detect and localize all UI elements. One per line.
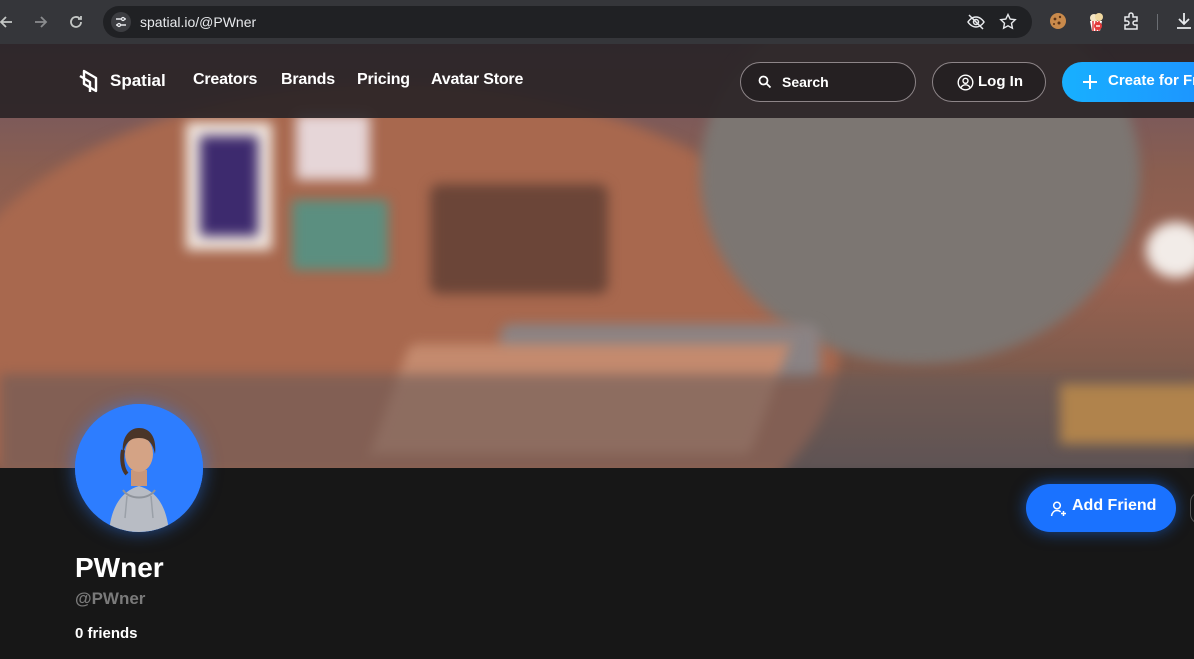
page: Spatial Creators Brands Pricing Avatar S… <box>0 44 1194 659</box>
nav-link-creators[interactable]: Creators <box>193 71 257 89</box>
add-user-icon <box>1050 501 1066 517</box>
cookie-extension-icon[interactable] <box>1048 11 1068 31</box>
add-friend-label: Add Friend <box>1072 497 1157 514</box>
url-text: spatial.io/@PWner <box>140 14 257 30</box>
friends-count-number: 0 <box>75 625 84 642</box>
spatial-logo-icon <box>79 69 98 93</box>
address-bar[interactable]: spatial.io/@PWner <box>103 6 1032 38</box>
banner-picture <box>200 136 258 236</box>
profile-handle: @PWner <box>75 589 146 608</box>
more-options-button[interactable] <box>1190 492 1194 524</box>
friends-count-label: friends <box>87 625 138 642</box>
forward-icon[interactable] <box>29 10 53 34</box>
search-icon <box>758 75 772 89</box>
star-icon[interactable] <box>999 12 1017 31</box>
spatial-logo[interactable]: Spatial <box>78 68 166 94</box>
site-info-icon[interactable] <box>111 12 131 32</box>
create-label: Create for Free <box>1108 72 1194 89</box>
search-button[interactable]: Search <box>740 62 916 102</box>
avatar <box>75 404 203 532</box>
nav-link-avatar-store[interactable]: Avatar Store <box>431 71 523 89</box>
login-label: Log In <box>978 73 1023 90</box>
site-header: Spatial Creators Brands Pricing Avatar S… <box>0 44 1194 118</box>
avatar-image <box>75 404 203 532</box>
banner-picture-frame <box>296 114 370 180</box>
banner-lamp <box>1146 222 1194 278</box>
profile-display-name: PWner <box>75 552 164 583</box>
browser-toolbar: spatial.io/@PWner <box>0 0 1194 44</box>
back-icon[interactable] <box>0 10 18 34</box>
search-label: Search <box>782 74 829 90</box>
add-friend-button[interactable]: Add Friend <box>1026 484 1176 532</box>
create-for-free-button[interactable]: Create for Free <box>1062 62 1194 102</box>
profile-banner: Spatial Creators Brands Pricing Avatar S… <box>0 44 1194 468</box>
banner-shelf <box>430 184 608 294</box>
nav-link-brands[interactable]: Brands <box>281 71 335 89</box>
banner-bench <box>1060 384 1194 444</box>
banner-picture-frame <box>292 200 388 270</box>
logo-text: Spatial <box>110 71 166 90</box>
popcorn-extension-icon[interactable] <box>1086 11 1106 31</box>
friends-count[interactable]: 0 friends <box>75 625 138 642</box>
login-button[interactable]: Log In <box>932 62 1046 102</box>
toolbar-divider <box>1157 14 1158 30</box>
extensions-icon[interactable] <box>1121 11 1141 31</box>
reload-icon[interactable] <box>64 10 88 34</box>
user-circle-icon <box>957 74 974 91</box>
nav-link-pricing[interactable]: Pricing <box>357 71 410 89</box>
download-icon[interactable] <box>1174 11 1194 31</box>
eye-off-icon[interactable] <box>967 13 985 31</box>
plus-icon <box>1083 75 1097 89</box>
